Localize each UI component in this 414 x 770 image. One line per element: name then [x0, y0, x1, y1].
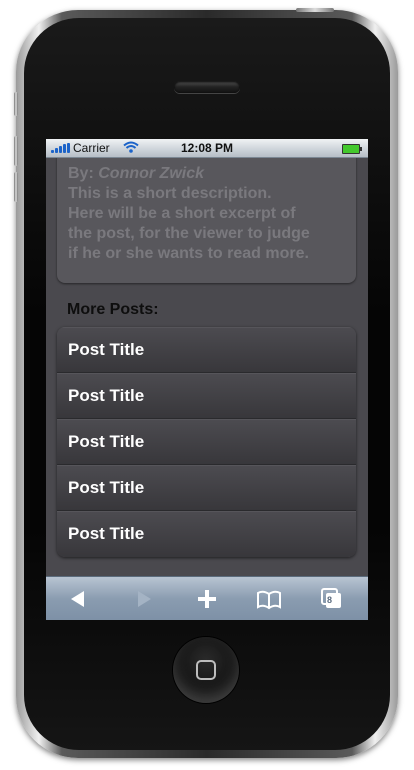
pages-count: 8 — [327, 595, 333, 605]
post-description-line: if he or she wants to read more. — [68, 245, 309, 262]
status-time: 12:08 PM — [180, 141, 234, 155]
bookmarks-button[interactable] — [255, 587, 283, 611]
forward-arrow-icon — [138, 591, 151, 607]
add-bookmark-button[interactable] — [193, 587, 221, 611]
status-bar: Carrier 12:08 PM — [46, 139, 368, 158]
pages-button[interactable]: 8 — [318, 587, 346, 611]
safari-toolbar: 8 — [46, 576, 368, 620]
back-button[interactable] — [64, 587, 92, 611]
battery-icon — [342, 144, 362, 154]
forward-button[interactable] — [130, 587, 158, 611]
post-list-item[interactable]: Post Title — [57, 419, 356, 465]
page-content[interactable]: 30 By: Connor Zwick This is a short desc… — [46, 158, 368, 576]
plus-icon — [198, 590, 216, 608]
more-posts-list: Post Title Post Title Post Title Post Ti… — [57, 327, 356, 557]
post-author: By: Connor Zwick — [68, 164, 356, 184]
post-description-line: This is a short description. — [68, 185, 272, 202]
home-button[interactable] — [173, 637, 239, 703]
volume-down-button — [14, 172, 18, 202]
post-list-item[interactable]: Post Title — [57, 511, 356, 557]
phone-screen: Carrier 12:08 PM 30 By: Connor Zwick Thi… — [46, 139, 368, 620]
post-list-item[interactable]: Post Title — [57, 373, 356, 419]
volume-up-button — [14, 136, 18, 166]
home-square-icon — [196, 660, 216, 680]
book-icon — [257, 590, 281, 610]
author-prefix: By: — [68, 165, 94, 182]
ringer-switch — [14, 92, 18, 116]
more-posts-heading: More Posts: — [67, 301, 159, 318]
earpiece-speaker — [174, 81, 240, 93]
author-name: Connor Zwick — [98, 165, 205, 182]
sleep-button — [296, 8, 334, 12]
post-description-line: the post, for the viewer to judge — [68, 225, 310, 242]
back-arrow-icon — [71, 591, 84, 607]
post-list-item[interactable]: Post Title — [57, 465, 356, 511]
post-description-line: Here will be a short excerpt of — [68, 205, 296, 222]
post-preview-card[interactable]: 30 By: Connor Zwick This is a short desc… — [57, 158, 356, 283]
post-list-item[interactable]: Post Title — [57, 327, 356, 373]
